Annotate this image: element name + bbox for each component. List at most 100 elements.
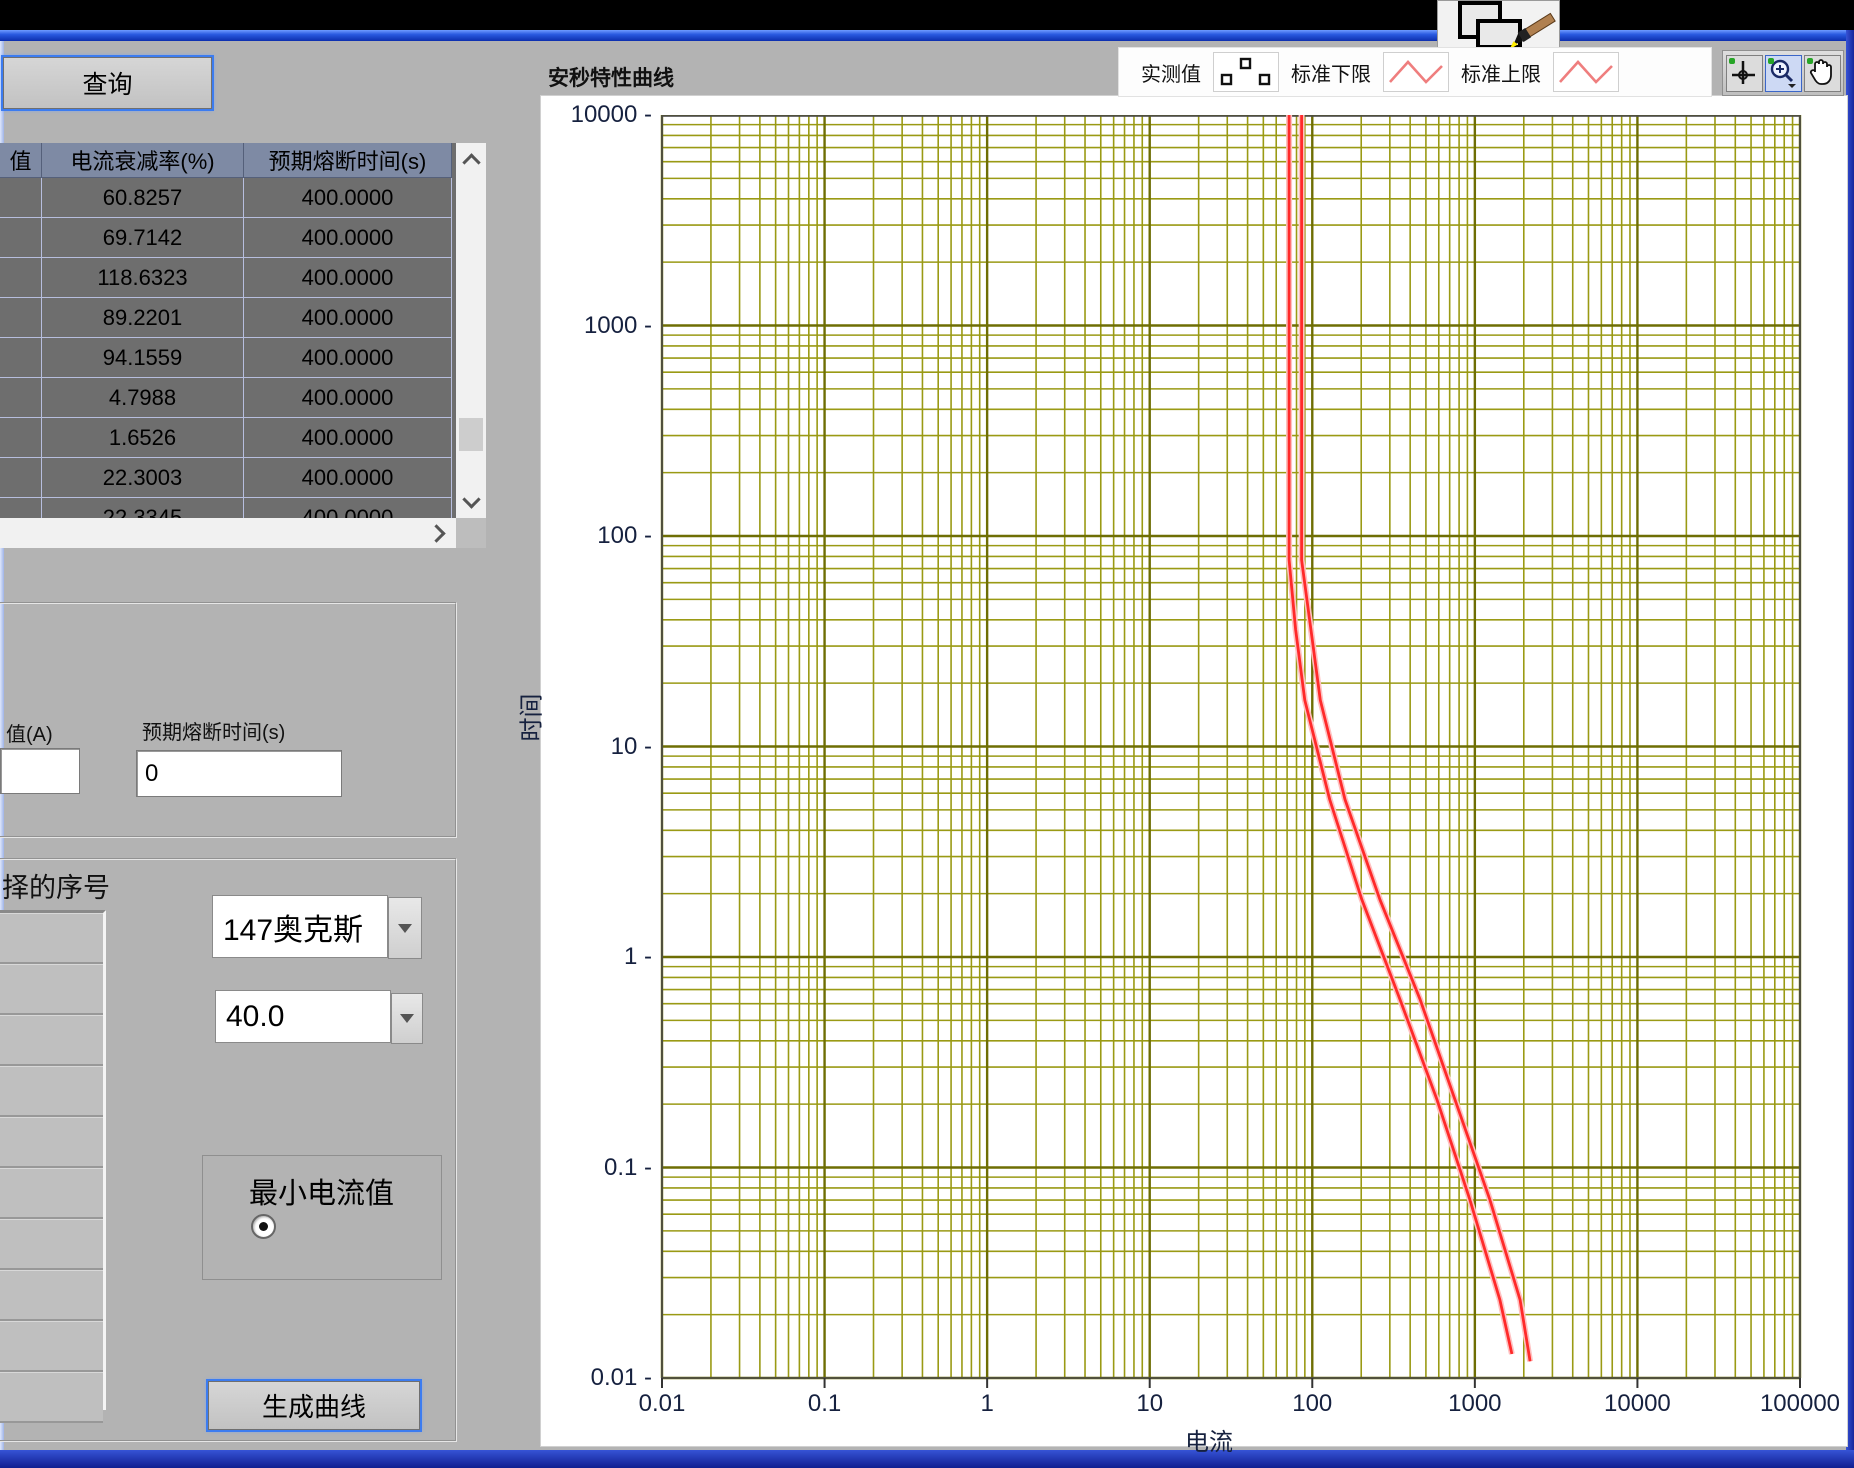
red-zigzag-icon[interactable] [1383,52,1449,92]
window-border-top [0,30,1854,41]
legend-label-upper-limit[interactable]: 标准上限 [1457,56,1545,89]
table-cell[interactable]: 1.6526 [42,418,244,458]
y-tick-label: 1 - [556,943,652,971]
y-tick-label: 100 - [556,522,652,550]
fuse-model-combobox[interactable]: 147奥克斯 [212,895,388,958]
table-cell[interactable]: 94.1559 [42,338,244,378]
table-cell[interactable]: 400.0000 [244,418,452,458]
y-axis-title: 时间 [512,694,547,742]
table-vertical-scrollbar[interactable] [456,143,486,518]
zoom-tool-button[interactable] [1765,55,1802,92]
table-cell[interactable]: 400.0000 [244,458,452,498]
table-cell[interactable] [0,498,42,518]
table-row[interactable]: 1.6526400.0000 [0,418,456,458]
listbox-row[interactable] [0,913,103,964]
listbox-row[interactable] [0,1168,103,1219]
table-cell[interactable]: 118.6323 [42,258,244,298]
tool-active-dot [1807,58,1813,64]
fuse-model-combobox-arrow[interactable] [388,897,422,959]
rated-current-combobox-arrow[interactable] [391,993,423,1044]
scroll-down-button[interactable] [456,484,486,518]
chevron-up-icon [462,153,480,171]
scroll-right-button[interactable] [422,518,454,548]
pan-tool-button[interactable] [1804,55,1841,92]
table-cell[interactable]: 400.0000 [244,498,452,518]
table-cell[interactable] [0,178,42,218]
table-cell[interactable] [0,338,42,378]
table-row[interactable]: 60.8257400.0000 [0,178,456,218]
generate-curve-button[interactable]: 生成曲线 [208,1381,420,1430]
table-cell[interactable]: 400.0000 [244,378,452,418]
table-cell[interactable]: 400.0000 [244,338,452,378]
table-cell[interactable]: 400.0000 [244,298,452,338]
table-cell[interactable] [0,298,42,338]
table-row[interactable]: 4.7988400.0000 [0,378,456,418]
expected-melt-time-input[interactable]: 0 [136,750,342,797]
scroll-up-button[interactable] [456,143,486,177]
query-button[interactable]: 查询 [3,57,212,109]
limit-curve [1302,115,1531,1361]
plot-area[interactable] [660,115,1802,1395]
selected-index-label: 择的序号 [2,866,110,905]
plot-canvas[interactable] [660,115,1802,1395]
x-axis-title: 电流 [1185,1422,1233,1457]
table-cell[interactable]: 69.7142 [42,218,244,258]
table-cell[interactable] [0,458,42,498]
listbox-row[interactable] [0,1066,103,1117]
table-horizontal-scrollbar[interactable] [0,518,456,548]
y-tick-label: 0.01 - [556,1364,652,1392]
cursor-tool-button[interactable] [1726,55,1763,92]
table-cell[interactable]: 89.2201 [42,298,244,338]
limit-curve [1302,115,1531,1361]
table-cell[interactable] [0,418,42,458]
current-value-input[interactable] [0,748,80,794]
table-cell[interactable] [0,378,42,418]
selection-groupbox: 择的序号 147奥克斯 40.0 最小电流值 生成曲线 [0,858,457,1442]
x-tick-label: 1 [927,1390,1047,1418]
listbox-row[interactable] [0,1372,103,1423]
window-border-bottom [0,1450,1854,1468]
table-cell[interactable]: 400.0000 [244,178,452,218]
table-row[interactable]: 69.7142400.0000 [0,218,456,258]
table-cell[interactable] [0,258,42,298]
listbox-row[interactable] [0,1321,103,1372]
listbox-row[interactable] [0,1219,103,1270]
table-header-col0: 值 [0,143,42,178]
table-row[interactable]: 94.1559400.0000 [0,338,456,378]
table-cell[interactable]: 60.8257 [42,178,244,218]
legend-label-lower-limit[interactable]: 标准下限 [1287,56,1375,89]
listbox-row[interactable] [0,1117,103,1168]
red-zigzag-icon[interactable] [1553,52,1619,92]
tool-active-dot [1768,58,1774,64]
y-tick-label: 1000 - [556,312,652,340]
chevron-down-icon [398,924,412,933]
chart-title: 安秒特性曲线 [548,62,674,92]
min-current-radio-group: 最小电流值 [202,1155,442,1280]
index-listbox[interactable] [0,910,106,1410]
x-tick-label: 10000 [1577,1390,1697,1418]
table-body[interactable]: 60.8257400.000069.7142400.0000118.632340… [0,178,456,518]
min-current-radio[interactable] [251,1214,276,1239]
expected-melt-time-label: 预期熔断时间(s) [142,716,285,745]
square-markers-icon[interactable] [1213,52,1279,92]
table-cell[interactable]: 400.0000 [244,258,452,298]
table-cell[interactable]: 4.7988 [42,378,244,418]
listbox-row[interactable] [0,1015,103,1066]
result-table[interactable]: 值 电流衰减率(%) 预期熔断时间(s) 60.8257400.000069.7… [0,143,456,518]
rated-current-combobox[interactable]: 40.0 [215,990,391,1043]
table-row[interactable]: 22.3345400.0000 [0,498,456,518]
chevron-down-icon [462,490,480,508]
table-row[interactable]: 22.3003400.0000 [0,458,456,498]
legend-label-measured[interactable]: 实测值 [1137,56,1205,89]
table-cell[interactable] [0,218,42,258]
listbox-row[interactable] [0,964,103,1015]
table-row[interactable]: 89.2201400.0000 [0,298,456,338]
listbox-row[interactable] [0,1270,103,1321]
table-cell[interactable]: 400.0000 [244,218,452,258]
table-cell[interactable]: 22.3003 [42,458,244,498]
x-tick-label: 100 [1252,1390,1372,1418]
table-row[interactable]: 118.6323400.0000 [0,258,456,298]
table-cell[interactable]: 22.3345 [42,498,244,518]
vertical-scroll-thumb[interactable] [459,418,483,451]
x-tick-label: 0.1 [765,1390,885,1418]
